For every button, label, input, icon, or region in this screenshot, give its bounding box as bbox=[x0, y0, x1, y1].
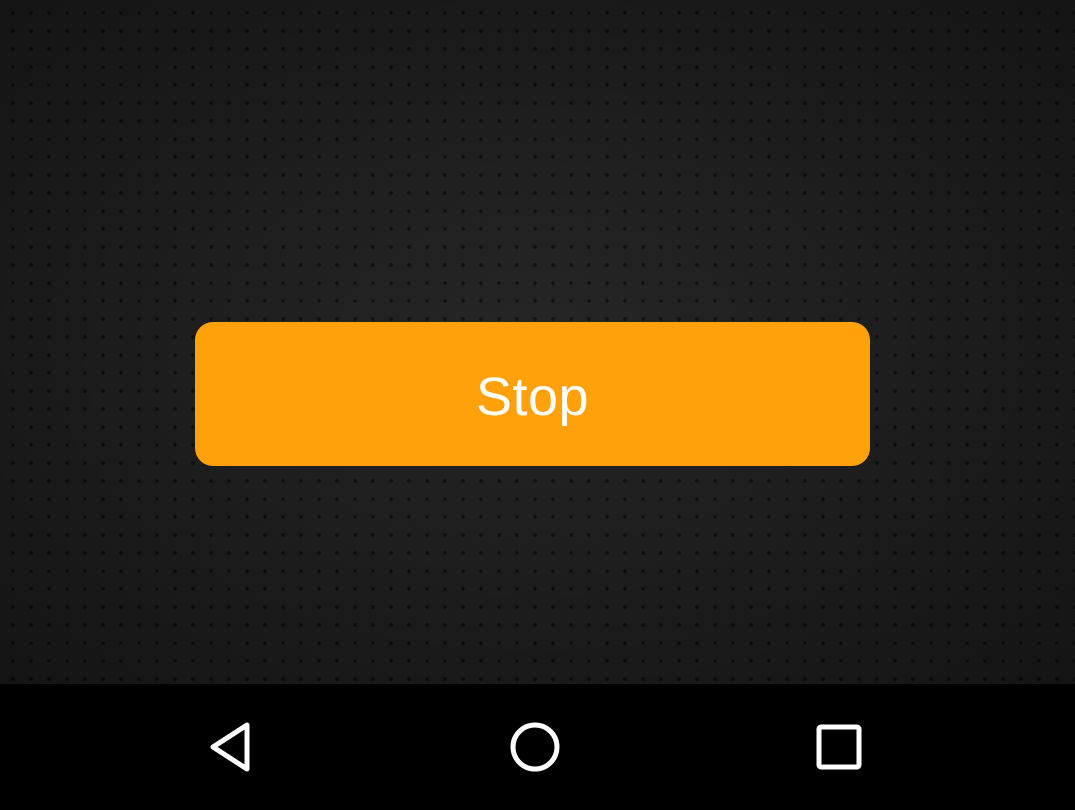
screen: Stop bbox=[0, 0, 1075, 810]
recents-icon bbox=[816, 724, 862, 770]
back-icon bbox=[210, 722, 250, 772]
navigation-bar bbox=[0, 684, 1075, 810]
stop-button[interactable]: Stop bbox=[195, 322, 870, 466]
stop-button-label: Stop bbox=[475, 367, 590, 427]
home-button[interactable] bbox=[475, 684, 595, 810]
home-icon bbox=[510, 722, 560, 772]
back-button[interactable] bbox=[173, 684, 293, 810]
app-area: Stop bbox=[0, 0, 1075, 684]
recents-button[interactable] bbox=[779, 684, 899, 810]
